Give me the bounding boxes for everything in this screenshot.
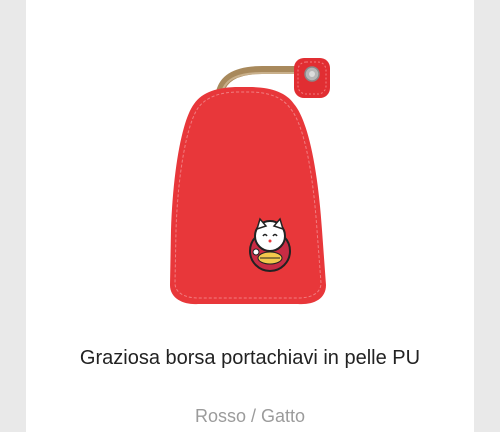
- product-image[interactable]: [26, 0, 474, 330]
- product-card[interactable]: Graziosa borsa portachiavi in pelle PU R…: [26, 0, 474, 432]
- pouch-body: [170, 87, 326, 305]
- product-variant: Rosso / Gatto: [194, 406, 306, 426]
- product-title[interactable]: Graziosa borsa portachiavi in pelle PU: [50, 346, 450, 370]
